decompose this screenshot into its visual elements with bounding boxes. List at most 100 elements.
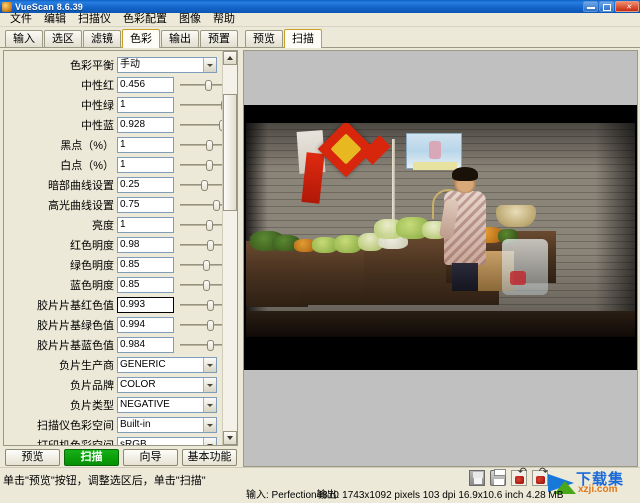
minimize-button[interactable] [583,1,598,12]
settings-dropdown[interactable]: Built-in [117,417,217,433]
settings-slider[interactable] [180,197,222,213]
vuescan-window: VueScan 8.6.39 文件 编辑 扫描仪 色彩配置 图像 帮助 输入 选… [0,0,640,503]
settings-slider[interactable] [180,177,222,193]
menu-item-file[interactable]: 文件 [4,13,38,26]
settings-panel: 输入 选区 滤镜 色彩 输出 预置 色彩平衡 手动 中性红 0.456 中性绿 1 中性蓝 0… [0,27,240,467]
slider-thumb[interactable] [203,260,211,271]
settings-value-input[interactable]: 1 [117,97,174,113]
settings-dropdown[interactable]: COLOR [117,377,217,393]
scrollbar-thumb[interactable] [223,94,237,212]
scroll-up-button[interactable] [223,51,237,65]
slider-thumb[interactable] [203,280,211,291]
settings-value-input[interactable]: 0.993 [117,297,174,313]
scrollbar-track[interactable] [223,65,237,431]
settings-value-input[interactable]: 1 [117,137,174,153]
settings-value-input[interactable]: 0.25 [117,177,174,193]
settings-slider[interactable] [180,237,222,253]
settings-value-input[interactable]: 0.994 [117,317,174,333]
slider-thumb[interactable] [205,220,213,231]
settings-value-input[interactable]: 0.85 [117,277,174,293]
settings-dropdown[interactable]: 手动 [117,57,217,73]
chevron-down-icon[interactable] [203,378,216,392]
settings-value-input[interactable]: 0.984 [117,337,174,353]
settings-value-input[interactable]: 0.456 [117,77,174,93]
settings-value-input[interactable]: 0.928 [117,117,174,133]
menu-item-profile[interactable]: 色彩配置 [117,13,173,26]
chevron-down-icon[interactable] [203,418,216,432]
rotate-cw-icon[interactable] [532,467,548,486]
scanned-image[interactable] [244,105,637,370]
person-hair [452,167,478,181]
settings-dropdown[interactable]: sRGB [117,437,217,445]
tab-preview-view[interactable]: 预览 [245,30,283,47]
menu-item-scanner[interactable]: 扫描仪 [72,13,117,26]
settings-row: 白点（%） 1 [4,156,222,174]
settings-slider[interactable] [180,217,222,233]
settings-dropdown[interactable]: NEGATIVE [117,397,217,413]
rotate-ccw-icon[interactable] [511,467,527,486]
settings-value-input[interactable]: 0.85 [117,257,174,273]
settings-slider[interactable] [180,97,222,113]
save-icon[interactable] [469,470,485,486]
scan-button[interactable]: 扫描 [64,448,119,466]
settings-row: 红色明度 0.98 [4,236,222,254]
chevron-down-icon[interactable] [203,438,216,445]
app-icon [2,1,12,12]
tab-scan-view[interactable]: 扫描 [284,29,322,48]
wizard-button[interactable]: 向导 [123,448,178,466]
settings-value-input[interactable]: 1 [117,217,174,233]
slider-thumb[interactable] [205,160,213,171]
maximize-button[interactable] [599,1,614,12]
preview-button[interactable]: 预览 [5,448,60,466]
scroll-down-button[interactable] [223,431,237,445]
settings-slider[interactable] [180,77,222,93]
settings-slider[interactable] [180,297,222,313]
slider-thumb[interactable] [206,320,214,331]
tab-crop[interactable]: 选区 [44,30,82,47]
menu-item-edit[interactable]: 编辑 [38,13,72,26]
scan-preview-area[interactable] [243,50,638,467]
chevron-down-icon[interactable] [203,358,216,372]
slider-thumb[interactable] [206,340,214,351]
close-button[interactable] [615,1,639,12]
settings-row: 中性绿 1 [4,96,222,114]
settings-row: 中性红 0.456 [4,76,222,94]
settings-scrollbar[interactable] [222,51,237,445]
settings-value-input[interactable]: 1 [117,157,174,173]
settings-slider[interactable] [180,337,222,353]
tab-input[interactable]: 输入 [5,30,43,47]
settings-dropdown-value: NEGATIVE [120,399,170,410]
menu-item-help[interactable]: 帮助 [207,13,241,26]
slider-thumb[interactable] [206,300,214,311]
settings-slider[interactable] [180,117,222,133]
settings-slider[interactable] [180,157,222,173]
settings-slider[interactable] [180,137,222,153]
settings-slider[interactable] [180,257,222,273]
tab-output[interactable]: 输出 [161,30,199,47]
print-icon[interactable] [490,469,506,486]
tab-prefs[interactable]: 预置 [200,30,238,47]
settings-slider[interactable] [180,277,222,293]
chevron-down-icon[interactable] [203,58,216,72]
menu-item-image[interactable]: 图像 [173,13,207,26]
settings-dropdown[interactable]: GENERIC [117,357,217,373]
settings-row: 色彩平衡 手动 [4,56,222,74]
tab-color[interactable]: 色彩 [122,29,160,48]
slider-thumb[interactable] [219,120,222,131]
basic-mode-button[interactable]: 基本功能 [182,448,237,466]
settings-slider[interactable] [180,317,222,333]
settings-row-label: 暗部曲线设置 [48,180,114,192]
slider-thumb[interactable] [213,200,221,211]
settings-value-input[interactable]: 0.75 [117,197,174,213]
slider-thumb[interactable] [221,100,222,111]
slider-thumb[interactable] [205,140,213,151]
settings-value-input[interactable]: 0.98 [117,237,174,253]
slider-thumb[interactable] [204,80,212,91]
chevron-down-icon[interactable] [203,398,216,412]
slider-thumb[interactable] [200,180,208,191]
tab-filter[interactable]: 滤镜 [83,30,121,47]
slider-track [180,304,222,306]
slider-thumb[interactable] [206,240,214,251]
settings-row-label: 负片类型 [70,400,114,412]
preview-tabstrip: 预览 扫描 [240,27,640,48]
